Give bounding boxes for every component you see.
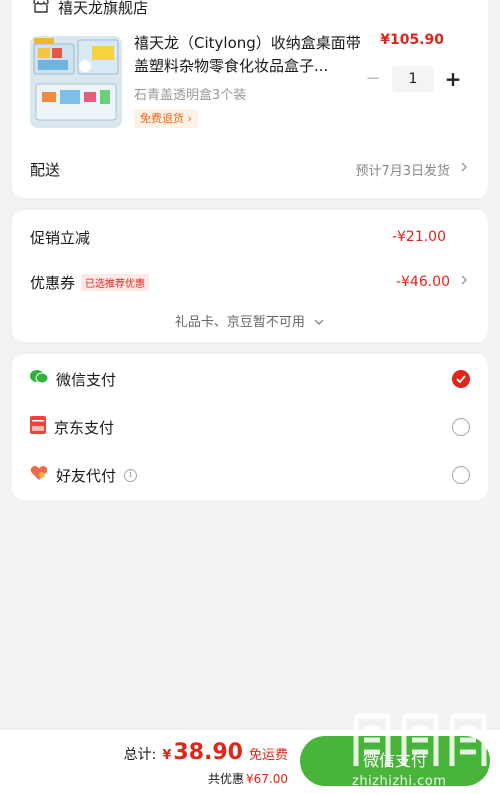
chevron-down-icon <box>313 315 325 330</box>
jd-pay-icon <box>30 416 46 438</box>
product-title[interactable]: 禧天龙（Citylong）收纳盒桌面带盖塑料杂物零食化妆品盒子... <box>134 32 362 78</box>
free-return-label: 免费退货 <box>140 112 184 125</box>
promo-label: 促销立减 <box>30 228 91 247</box>
info-icon[interactable]: i <box>124 468 138 482</box>
product-variant[interactable]: 石青盖透明盒3个装 <box>134 84 246 103</box>
radio-checked-icon[interactable] <box>452 370 470 388</box>
free-shipping-label: 免运费 <box>248 748 288 763</box>
store-header[interactable]: 禧天龙旗舰店 <box>32 0 148 18</box>
shipping-label: 配送 <box>30 160 61 179</box>
coupon-tag: 已选推荐优惠 <box>81 273 150 291</box>
payment-option-jdpay[interactable]: 京东支付 <box>30 415 470 439</box>
increase-quantity-button[interactable]: + <box>440 66 466 92</box>
payment-label: 京东支付 <box>54 418 115 437</box>
radio-unchecked-icon[interactable] <box>452 466 470 484</box>
total-currency: ¥ <box>162 748 172 763</box>
store-icon <box>32 0 50 17</box>
store-name: 禧天龙旗舰店 <box>58 0 149 17</box>
saving-amount: ¥67.00 <box>246 772 288 786</box>
quantity-input[interactable]: 1 <box>392 66 434 92</box>
promo-row: 促销立减 -¥21.00 <box>30 226 468 248</box>
unavailable-note[interactable]: 礼品卡、京豆暂不可用 <box>12 311 488 330</box>
wechat-icon <box>30 369 49 389</box>
chevron-right-icon <box>460 161 468 177</box>
radio-unchecked-icon[interactable] <box>452 418 470 436</box>
payment-methods-card: 微信支付 京东支付 好友代付 i <box>12 354 488 500</box>
coupon-value: -¥46.00 <box>395 274 450 290</box>
store-card: 禧天龙旗舰店 禧天龙（Citylong）收纳盒桌面带盖塑料杂物零食化妆品盒子..… <box>12 0 488 198</box>
chevron-right-icon <box>460 274 468 290</box>
payment-option-friend[interactable]: 好友代付 i <box>30 463 470 487</box>
coupon-label: 优惠券 <box>30 273 76 292</box>
payment-label: 微信支付 <box>56 370 117 389</box>
shipping-row[interactable]: 配送 预计7月3日发货 <box>30 158 468 180</box>
discount-card: 促销立减 -¥21.00 优惠券 已选推荐优惠 -¥46.00 礼品卡、京豆暂不… <box>12 210 488 342</box>
product-price: ¥105.90 <box>380 32 444 48</box>
free-return-badge[interactable]: 免费退货 › <box>134 109 198 128</box>
decrease-quantity-button[interactable]: − <box>360 66 386 92</box>
chevron-right-icon: › <box>187 112 192 125</box>
shipping-estimate: 预计7月3日发货 <box>355 163 450 179</box>
promo-value: -¥21.00 <box>391 229 446 245</box>
watermark-text: zhizhizhi.com <box>352 774 447 789</box>
total-label: 总计: <box>123 747 157 763</box>
coupon-row[interactable]: 优惠券 已选推荐优惠 -¥46.00 <box>30 271 468 293</box>
total-line: 总计: ¥ 38.90 免运费 <box>124 740 288 765</box>
product-thumbnail[interactable] <box>30 36 122 128</box>
unavailable-note-text: 礼品卡、京豆暂不可用 <box>174 315 305 330</box>
saving-line: 共优惠 ¥67.00 <box>208 770 288 787</box>
payment-option-wechat[interactable]: 微信支付 <box>30 367 470 391</box>
total-amount: 38.90 <box>173 740 243 765</box>
payment-label: 好友代付 <box>56 466 117 485</box>
friend-pay-icon <box>30 465 48 485</box>
quantity-stepper: − 1 + <box>360 66 466 92</box>
saving-label: 共优惠 <box>207 772 244 786</box>
